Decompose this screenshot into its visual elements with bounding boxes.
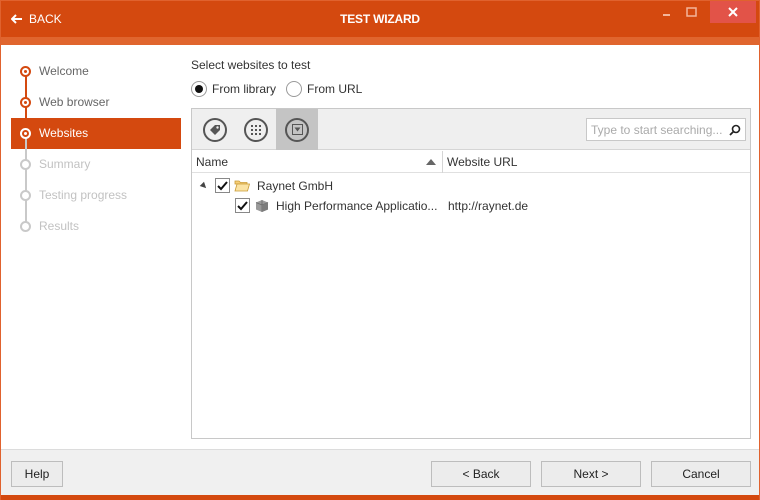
title-accent-strip: [1, 37, 759, 45]
minimize-button[interactable]: [657, 1, 677, 23]
column-header-url[interactable]: Website URL: [443, 151, 750, 173]
step-label: Results: [39, 219, 80, 233]
footer-bar: Help < Back Next > Cancel: [1, 449, 759, 495]
step-label: Websites: [39, 126, 89, 140]
radio-from-url[interactable]: From URL: [286, 81, 362, 97]
radio-from-library[interactable]: From library: [191, 81, 276, 97]
row-checkbox[interactable]: [235, 198, 250, 213]
sort-ascending-icon: [426, 159, 436, 165]
step-results: Results: [11, 211, 181, 242]
column-label: Name: [196, 155, 229, 169]
step-web-browser[interactable]: Web browser: [11, 87, 181, 118]
footer-accent-strip: [1, 495, 759, 500]
column-label: Website URL: [447, 155, 518, 169]
step-label: Web browser: [39, 95, 110, 109]
step-websites[interactable]: Websites: [11, 118, 181, 149]
step-marker-icon: [20, 128, 31, 139]
next-button[interactable]: Next >: [541, 461, 641, 487]
help-button[interactable]: Help: [11, 461, 63, 487]
progress-line-pending: [25, 134, 27, 227]
tree-row-group[interactable]: Raynet GmbH: [192, 176, 750, 196]
search-icon[interactable]: [725, 124, 745, 136]
filter-dropdown-icon: [285, 117, 309, 142]
back-button[interactable]: < Back: [431, 461, 531, 487]
minimize-icon: [662, 7, 672, 17]
search-box: [586, 118, 746, 141]
step-marker-icon: [20, 159, 31, 170]
window-title: TEST WIZARD: [340, 12, 420, 26]
checkmark-icon: [217, 180, 228, 190]
row-url: http://raynet.de: [448, 199, 529, 213]
wizard-window: BACK TEST WIZARD Welcome Web browser Web…: [0, 0, 760, 500]
title-bar: BACK TEST WIZARD: [1, 1, 759, 37]
row-name: Raynet GmbH: [257, 179, 334, 193]
wizard-steps: Welcome Web browser Websites Summary Tes…: [1, 45, 187, 449]
tree-row-item[interactable]: High Performance Applicatio... http://ra…: [192, 196, 750, 216]
row-name: High Performance Applicatio...: [276, 199, 438, 213]
step-testing-progress: Testing progress: [11, 180, 181, 211]
expand-collapse-icon[interactable]: [199, 181, 209, 191]
step-label: Testing progress: [39, 188, 128, 202]
folder-icon: [234, 179, 251, 195]
grid-header: Name Website URL: [192, 151, 750, 173]
radio-indicator[interactable]: [286, 81, 303, 97]
step-marker-icon: [20, 97, 31, 108]
step-welcome[interactable]: Welcome: [11, 56, 181, 87]
step-marker-icon: [20, 190, 31, 201]
close-button[interactable]: [710, 1, 756, 23]
maximize-icon: [685, 7, 697, 17]
source-radio-group: From library From URL: [191, 81, 372, 97]
step-marker-icon: [20, 221, 31, 232]
package-icon: [255, 199, 269, 216]
section-label: Select websites to test: [191, 58, 311, 72]
search-input[interactable]: [587, 119, 725, 140]
radio-label: From URL: [307, 82, 363, 96]
grid-view-button[interactable]: [235, 109, 277, 150]
close-icon: [728, 7, 738, 17]
step-marker-icon: [20, 66, 31, 77]
column-header-name[interactable]: Name: [192, 151, 443, 173]
tag-button[interactable]: [194, 109, 236, 150]
radio-indicator[interactable]: [191, 81, 207, 97]
step-summary: Summary: [11, 149, 181, 180]
cancel-button[interactable]: Cancel: [651, 461, 751, 487]
grid-icon: [244, 117, 268, 142]
step-label: Welcome: [39, 64, 89, 78]
step-label: Summary: [39, 157, 91, 171]
row-checkbox[interactable]: [215, 178, 230, 193]
tag-icon: [203, 117, 227, 142]
maximize-button[interactable]: [681, 1, 701, 23]
filter-dropdown-button[interactable]: [276, 109, 318, 150]
websites-panel: Name Website URL Raynet GmbH: [191, 108, 751, 439]
radio-label: From library: [212, 82, 277, 96]
checkmark-icon: [237, 200, 248, 210]
panel-toolbar: [192, 109, 750, 150]
